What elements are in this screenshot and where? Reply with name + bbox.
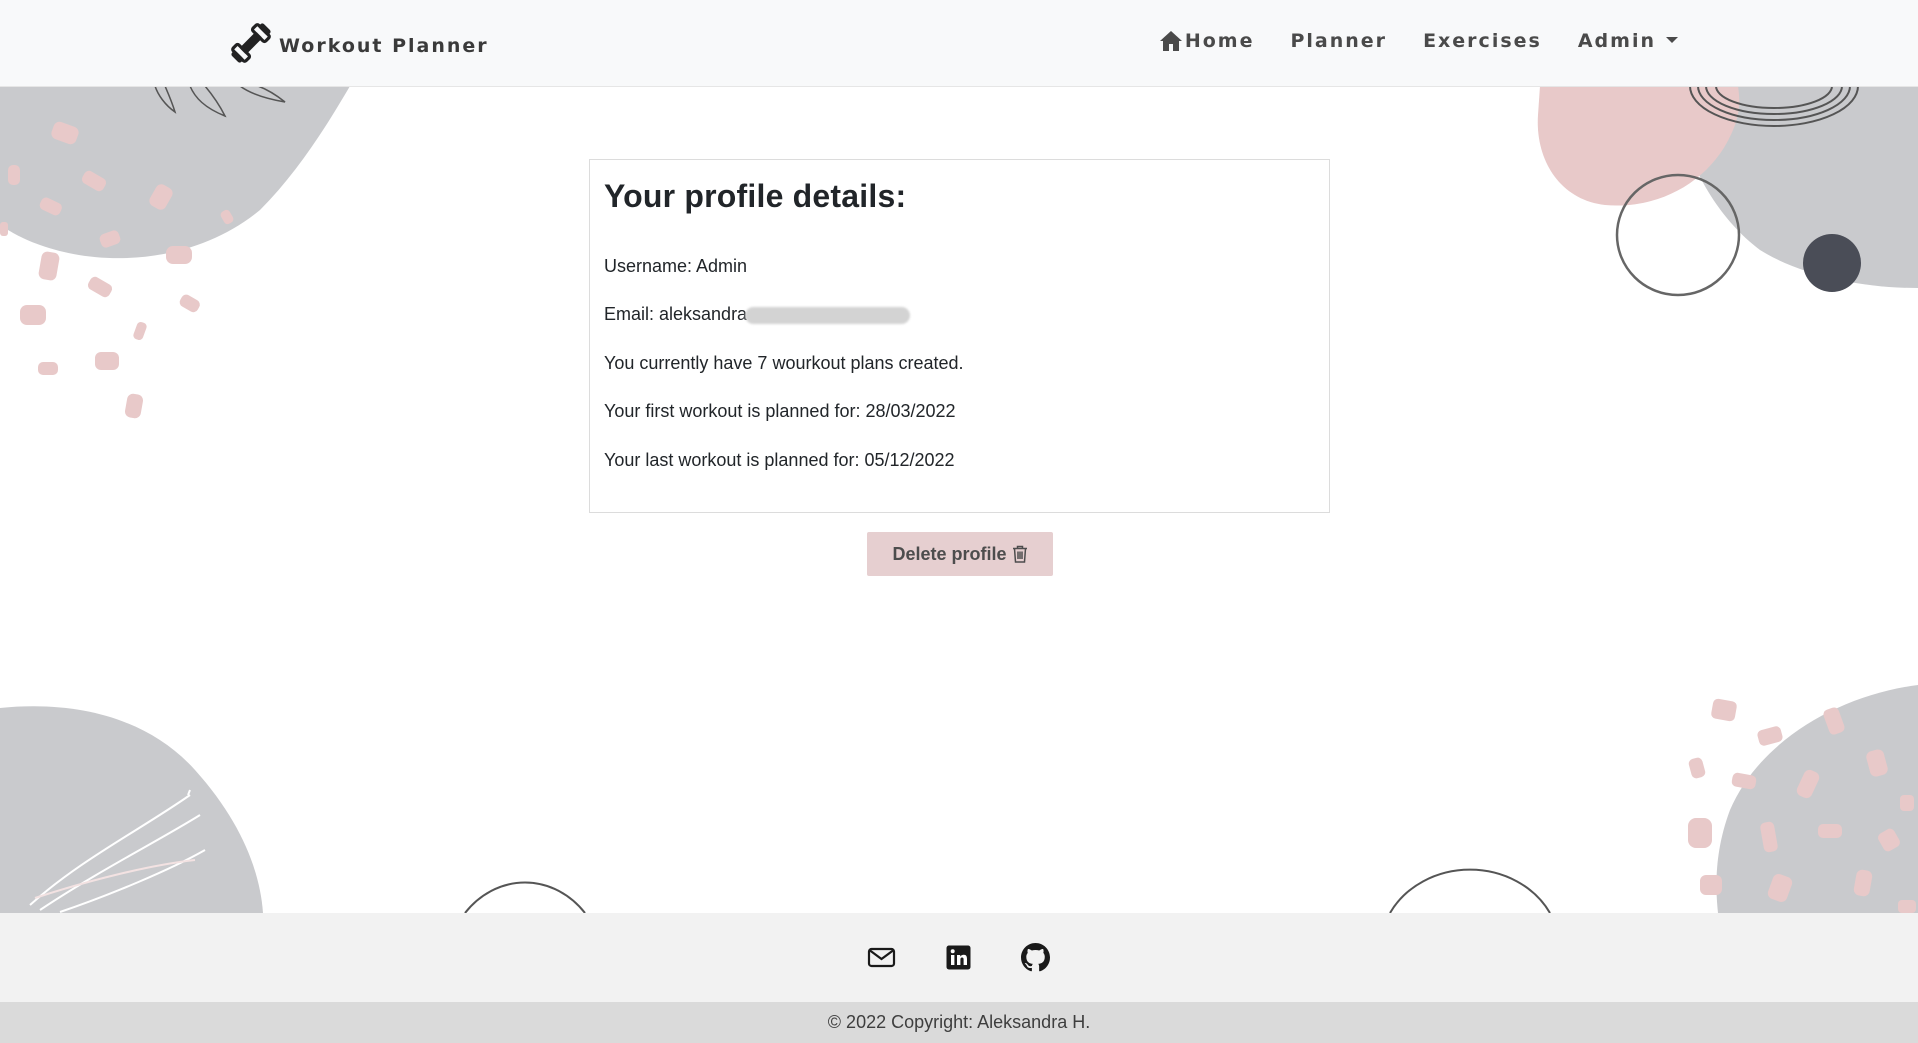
email-row: Email: aleksandra: [604, 304, 911, 325]
linkedin-link[interactable]: [944, 943, 973, 972]
delete-profile-button[interactable]: Delete profile: [867, 532, 1053, 576]
github-icon: [1021, 943, 1050, 972]
bg-arc-left: [464, 881, 586, 914]
bg-dark-dot: [1803, 234, 1861, 292]
email-link[interactable]: [867, 943, 896, 972]
profile-card: Your profile details: Username: Admin Em…: [589, 159, 1330, 513]
bg-blob-bottom-right: [1716, 685, 1918, 913]
brand-title: Workout Planner: [279, 35, 489, 57]
nav-planner[interactable]: Planner: [1290, 22, 1387, 60]
profile-heading: Your profile details:: [604, 178, 907, 214]
github-link[interactable]: [1021, 943, 1050, 972]
dumbbell-icon: [231, 23, 271, 63]
envelope-icon: [867, 947, 896, 968]
nav-admin-label: Admin: [1577, 30, 1656, 52]
main-nav: Home Planner Exercises Admin: [1159, 22, 1678, 60]
brand-link[interactable]: Workout Planner: [229, 20, 489, 66]
bg-blob-bottom-left: [0, 706, 263, 913]
plans-count-text: You currently have 7 wourkout plans crea…: [604, 353, 964, 373]
delete-profile-label: Delete profile: [892, 543, 1007, 564]
redacted-email-blur: [745, 306, 911, 324]
nav-home-label: Home: [1184, 30, 1255, 52]
caret-down-icon: [1666, 37, 1678, 43]
trash-icon: [1012, 545, 1027, 563]
copyright-bar: © 2022 Copyright: Aleksandra H.: [0, 1002, 1918, 1043]
nav-admin-dropdown[interactable]: Admin: [1578, 22, 1678, 60]
copyright-text: © 2022 Copyright: Aleksandra H.: [827, 1012, 1091, 1032]
first-workout-text: Your first workout is planned for: 28/03…: [604, 401, 956, 421]
bg-arc-right: [1389, 868, 1551, 914]
social-links: [867, 943, 1050, 972]
linkedin-icon: [946, 945, 971, 970]
navbar: Workout Planner Home Planner Exercises A…: [0, 0, 1918, 87]
footer: [0, 913, 1918, 1002]
nav-home[interactable]: Home: [1159, 22, 1255, 60]
home-icon: [1159, 31, 1182, 51]
username-text: Username: Admin: [604, 256, 748, 276]
last-workout-text: Your last workout is planned for: 05/12/…: [604, 450, 955, 470]
email-text: Email: aleksandra: [604, 304, 748, 324]
bg-ring: [1615, 173, 1741, 297]
background-decoration: [0, 85, 1918, 914]
nav-exercises[interactable]: Exercises: [1423, 22, 1542, 60]
